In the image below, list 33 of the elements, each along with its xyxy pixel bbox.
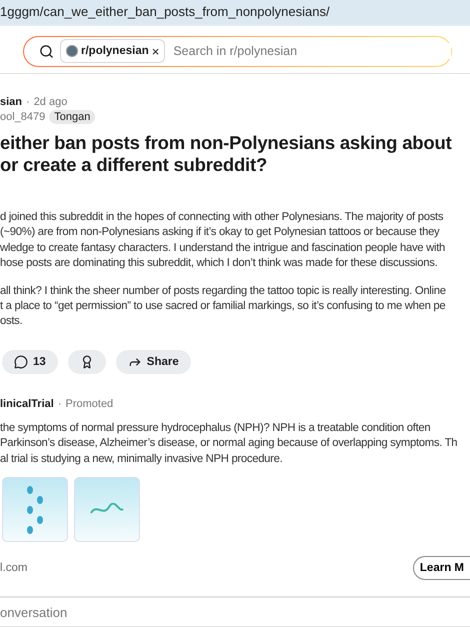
post-text: d joined this subreddit in the hopes of connecting with other Polynesians. The majority of posts bbox=[0, 210, 444, 225]
post-title: either ban posts from non-Polynesians asking about or create a different subreddit? bbox=[0, 132, 453, 176]
logo-drawing bbox=[89, 502, 125, 516]
subreddit-avatar-icon bbox=[66, 45, 78, 58]
subreddit-name[interactable]: sian bbox=[0, 96, 22, 108]
subreddit-chip[interactable]: r/polynesian × bbox=[60, 39, 166, 64]
author-name[interactable]: ool_8479 bbox=[0, 110, 46, 123]
separator-dot: · bbox=[58, 398, 62, 410]
post-text: t a place to “get permission” to use sacred or familial markings, so it’s confusing to me when pe bbox=[0, 298, 446, 314]
search-field[interactable]: r/polynesian × Search in r/polynesian bbox=[23, 36, 452, 67]
ad-text: Parkinson’s disease, Alzheimer’s disease, or normal aging because of overlapping symptoms. Th bbox=[0, 436, 458, 452]
search-icon bbox=[39, 44, 54, 59]
separator-dot: · bbox=[26, 96, 30, 108]
award-button[interactable] bbox=[68, 350, 106, 374]
advertiser-name[interactable]: linicalTrial bbox=[0, 398, 54, 410]
share-button[interactable]: Share bbox=[116, 350, 191, 374]
user-flair: Tongan bbox=[49, 110, 96, 124]
learn-more-button[interactable]: Learn M bbox=[412, 556, 470, 580]
post-text: osts. bbox=[0, 314, 24, 330]
conversation-field[interactable]: onversation bbox=[0, 596, 470, 627]
close-icon[interactable]: × bbox=[152, 44, 160, 59]
ad-domain[interactable]: l.com bbox=[0, 562, 28, 574]
post-text: hose posts are dominating this subreddit, which I don’t think was made for these discussions. bbox=[0, 256, 438, 272]
post-text: wledge to create fantasy characters. I understand the intrigue and fascination people have with bbox=[0, 240, 446, 256]
post-time: 2d ago bbox=[34, 96, 68, 108]
ad-text: al trial is studying a new, minimally invasive NPH procedure. bbox=[0, 452, 284, 467]
promoted-label: Promoted bbox=[65, 398, 114, 410]
comments-button[interactable]: 13 bbox=[2, 350, 58, 374]
post-text: all think? I think the sheer number of posts regarding the tattoo topic is really interesting. Online bbox=[0, 284, 447, 299]
ad-text: the symptoms of normal pressure hydrocephalus (NPH)? NPH is a treatable condition often bbox=[0, 420, 432, 436]
address-bar[interactable]: 1gggm/can_we_either_ban_posts_from_nonpolynesians/ bbox=[0, 0, 470, 24]
comment-icon bbox=[14, 354, 28, 369]
post-text: (~90%) are from non-Polynesians asking if it’s okay to get Polynesian tattoos or because they bbox=[0, 225, 440, 240]
